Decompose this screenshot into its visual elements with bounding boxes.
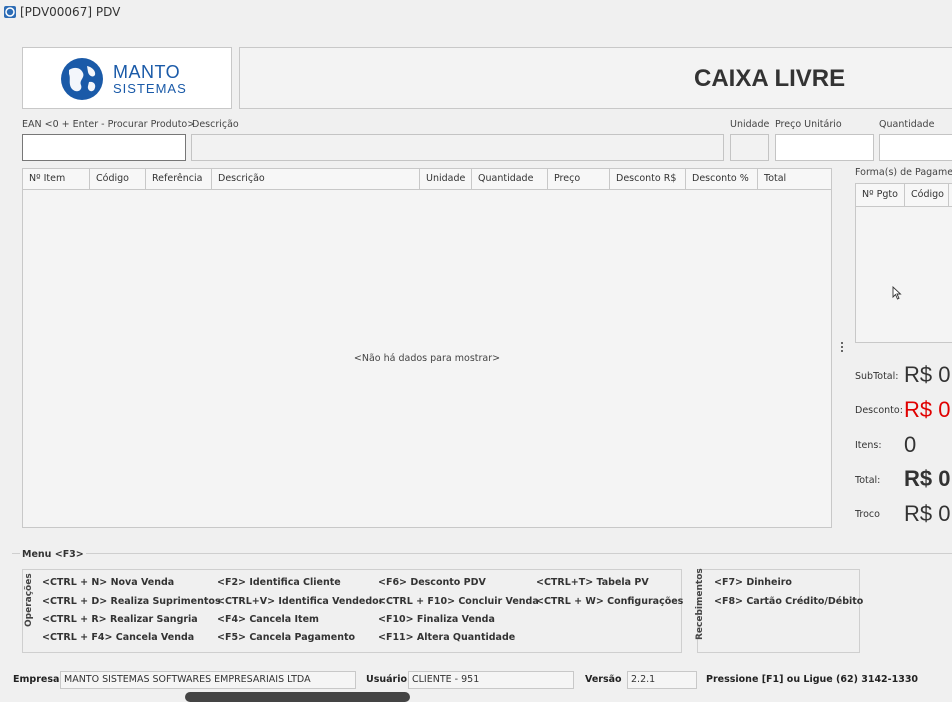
versao-label: Versão [585, 674, 622, 685]
col-header-desconto-pct[interactable]: Desconto % [686, 169, 758, 189]
desconto-value: R$ 0 [904, 397, 951, 422]
shortcut-configuracoes[interactable]: <CTRL + W> Configurações [536, 596, 683, 607]
menu-title: Menu <F3> [20, 549, 86, 560]
shortcut-finaliza-venda[interactable]: <F10> Finaliza Venda [378, 614, 495, 625]
empresa-value: MANTO SISTEMAS SOFTWARES EMPRESARIAIS LT… [60, 671, 356, 689]
shortcut-concluir-venda[interactable]: <CTRL + F10> Concluir Venda [378, 596, 539, 607]
col-header-desconto-rs[interactable]: Desconto R$ [610, 169, 686, 189]
subtotal-value: R$ 0 [904, 362, 951, 387]
itens-label: Itens: [855, 440, 882, 451]
shortcut-desconto-pdv[interactable]: <F6> Desconto PDV [378, 577, 486, 588]
items-grid-header: Nº Item Código Referência Descrição Unid… [23, 169, 831, 190]
payments-grid[interactable]: Nº Pgto Código [855, 183, 952, 343]
shortcut-nova-venda[interactable]: <CTRL + N> Nova Venda [42, 577, 174, 588]
subtotal-label: SubTotal: [855, 371, 899, 382]
usuario-label: Usuário [366, 674, 408, 685]
items-grid[interactable]: Nº Item Código Referência Descrição Unid… [22, 168, 832, 528]
unidade-label: Unidade [730, 119, 770, 130]
status-text: CAIXA LIVRE [694, 65, 846, 92]
unidade-field [730, 134, 769, 161]
desconto-label: Desconto: [855, 405, 903, 416]
col-header-total[interactable]: Total [758, 169, 831, 189]
shortcut-realizar-sangria[interactable]: <CTRL + R> Realizar Sangria [42, 614, 198, 625]
troco-label: Troco [855, 509, 880, 520]
shortcut-cartao[interactable]: <F8> Cartão Crédito/Débito [714, 596, 863, 607]
shortcut-cancela-item[interactable]: <F4> Cancela Item [217, 614, 319, 625]
logo-text-line1: MANTO [113, 62, 181, 82]
descricao-label: Descrição [192, 119, 239, 130]
shortcut-identifica-cliente[interactable]: <F2> Identifica Cliente [217, 577, 341, 588]
col-header-pgto-codigo[interactable]: Código [905, 184, 949, 206]
preco-unitario-label: Preço Unitário [775, 119, 842, 130]
shortcut-altera-quantidade[interactable]: <F11> Altera Quantidade [378, 632, 515, 643]
preco-unitario-field[interactable] [775, 134, 874, 161]
payments-grid-header: Nº Pgto Código [856, 184, 952, 207]
col-header-nitem[interactable]: Nº Item [23, 169, 90, 189]
recebimentos-label: Recebimentos [695, 568, 705, 640]
col-header-npgto[interactable]: Nº Pgto [856, 184, 905, 206]
col-header-referencia[interactable]: Referência [146, 169, 212, 189]
shortcut-tabela-pv[interactable]: <CTRL+T> Tabela PV [536, 577, 649, 588]
quantidade-label: Quantidade [879, 119, 935, 130]
shortcut-cancela-pagamento[interactable]: <F5> Cancela Pagamento [217, 632, 355, 643]
col-header-unidade[interactable]: Unidade [420, 169, 472, 189]
ean-label: EAN <0 + Enter - Procurar Produto> [22, 119, 196, 130]
troco-value: R$ 0 [904, 501, 951, 526]
col-header-descricao[interactable]: Descrição [212, 169, 420, 189]
app-icon [4, 6, 16, 18]
descricao-field [191, 134, 724, 161]
total-label: Total: [855, 475, 881, 486]
logo-text-line2: SISTEMAS [113, 81, 187, 96]
horizontal-scrollbar[interactable] [185, 692, 410, 702]
window-title: [PDV00067] PDV [20, 5, 121, 19]
title-bar: [PDV00067] PDV [0, 0, 952, 24]
globe-icon [61, 58, 103, 100]
col-header-codigo[interactable]: Código [90, 169, 146, 189]
status-panel: CAIXA LIVRE [239, 47, 952, 109]
total-value: R$ 0 [904, 466, 951, 491]
shortcut-cancela-venda[interactable]: <CTRL + F4> Cancela Venda [42, 632, 194, 643]
payments-label: Forma(s) de Pagamento [855, 167, 952, 178]
quantidade-field[interactable] [879, 134, 952, 161]
shortcut-identifica-vendedor[interactable]: <CTRL+V> Identifica Vendedor [217, 596, 383, 607]
col-header-quantidade[interactable]: Quantidade [472, 169, 548, 189]
col-header-preco[interactable]: Preço [548, 169, 610, 189]
help-text: Pressione [F1] ou Ligue (62) 3142-1330 [706, 674, 919, 685]
operacoes-label: Operações [24, 573, 34, 627]
ean-input[interactable] [22, 134, 186, 161]
splitter-handle[interactable] [841, 342, 844, 354]
itens-value: 0 [904, 432, 917, 457]
shortcut-dinheiro[interactable]: <F7> Dinheiro [714, 577, 792, 588]
usuario-value: CLIENTE - 951 [408, 671, 574, 689]
mouse-cursor-icon [892, 286, 902, 300]
versao-value: 2.2.1 [627, 671, 697, 689]
shortcut-realiza-suprimentos[interactable]: <CTRL + D> Realiza Suprimentos [42, 596, 221, 607]
company-logo: MANTO SISTEMAS [22, 47, 232, 109]
empty-grid-message: <Não há dados para mostrar> [353, 353, 501, 364]
empresa-label: Empresa [13, 674, 60, 685]
